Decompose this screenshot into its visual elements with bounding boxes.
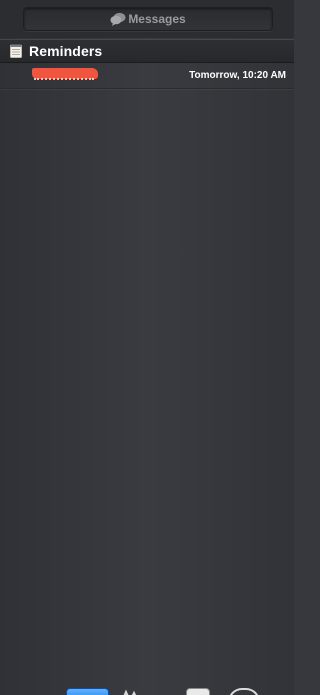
dock-strip (0, 684, 294, 695)
cocoa-icon[interactable] (121, 688, 139, 695)
messages-button[interactable]: Messages (23, 7, 273, 31)
top-bar: Messages (0, 0, 294, 38)
messages-bubbles-icon (110, 12, 126, 26)
messages-label: Messages (128, 12, 186, 26)
redaction-mark (32, 68, 98, 80)
document-icon[interactable] (186, 688, 210, 695)
notification-center-panel: Messages Reminders Tomorrow, 10:20 AM (0, 0, 294, 695)
cocoa-glyph (123, 689, 137, 695)
reminders-section-title: Reminders (29, 43, 103, 59)
reminder-time: Tomorrow, 10:20 AM (189, 70, 286, 81)
blue-app-icon[interactable] (66, 688, 109, 695)
reminders-section-header[interactable]: Reminders (0, 39, 294, 63)
notepad-icon (10, 44, 22, 58)
ring-icon[interactable] (228, 688, 260, 695)
reminder-item[interactable]: Tomorrow, 10:20 AM (0, 62, 294, 89)
